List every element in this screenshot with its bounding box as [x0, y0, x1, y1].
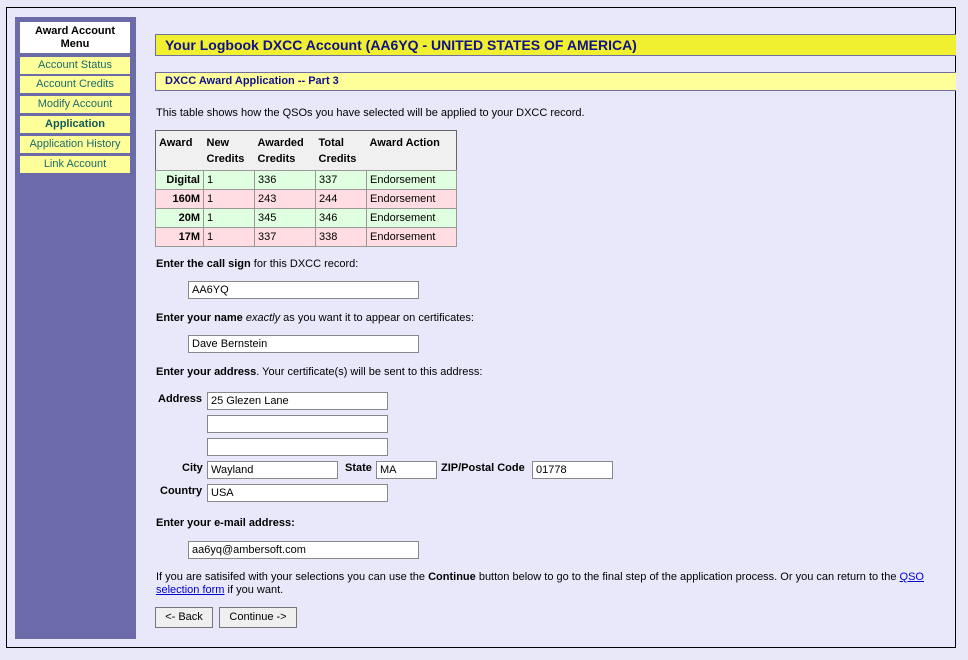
- cell-total-credits: 346: [315, 208, 367, 228]
- sidebar-item-modify-account[interactable]: Modify Account: [20, 96, 130, 113]
- cell-award-action: Endorsement: [366, 208, 457, 228]
- header-total-credits: Total Credits: [315, 130, 367, 171]
- sidebar-item-application-history[interactable]: Application History: [20, 136, 130, 153]
- address-line3-input[interactable]: [207, 438, 388, 456]
- header-award-action: Award Action: [366, 130, 457, 171]
- cell-award-action: Endorsement: [366, 227, 457, 247]
- sidebar-item-application[interactable]: Application: [20, 116, 130, 133]
- cell-total-credits: 338: [315, 227, 367, 247]
- header-new-credits: New Credits: [203, 130, 255, 171]
- state-label: State: [345, 462, 372, 474]
- credits-table: Award New Credits Awarded Credits Total Cre…: [155, 130, 457, 247]
- section-title: DXCC Award Application -- Part 3: [155, 72, 956, 91]
- continue-button[interactable]: Continue ->: [219, 607, 297, 628]
- page-title: Your Logbook DXCC Account (AA6YQ - UNITE…: [155, 34, 956, 56]
- zip-input[interactable]: [532, 461, 613, 479]
- cell-new-credits: 1: [203, 189, 255, 209]
- name-prompt: Enter your name exactly as you want it t…: [156, 312, 474, 324]
- cell-total-credits: 337: [315, 170, 367, 190]
- cell-new-credits: 1: [203, 227, 255, 247]
- city-label: City: [182, 462, 203, 474]
- cell-award: 20M: [155, 208, 204, 228]
- cell-awarded-credits: 337: [254, 227, 316, 247]
- email-input[interactable]: [188, 541, 419, 559]
- header-awarded-credits: Awarded Credits: [254, 130, 316, 171]
- menu-title: Award Account Menu: [20, 22, 130, 53]
- table-row: 160M 1 243 244 Endorsement: [155, 189, 457, 209]
- country-input[interactable]: [207, 484, 388, 502]
- address-line1-input[interactable]: [207, 392, 388, 410]
- cell-awarded-credits: 243: [254, 189, 316, 209]
- back-button[interactable]: <- Back: [155, 607, 213, 628]
- sidebar-item-account-credits[interactable]: Account Credits: [20, 76, 130, 93]
- cell-award-action: Endorsement: [366, 189, 457, 209]
- cell-awarded-credits: 345: [254, 208, 316, 228]
- state-input[interactable]: [376, 461, 437, 479]
- city-input[interactable]: [207, 461, 338, 479]
- cell-award: 17M: [155, 227, 204, 247]
- instructions-text: If you are satisifed with your selection…: [156, 571, 924, 596]
- callsign-input[interactable]: [188, 281, 419, 299]
- header-award: Award: [155, 130, 204, 171]
- sidebar-item-link-account[interactable]: Link Account: [20, 156, 130, 173]
- callsign-prompt: Enter the call sign for this DXCC record…: [156, 258, 359, 270]
- zip-label: ZIP/Postal Code: [441, 462, 525, 474]
- intro-text: This table shows how the QSOs you have s…: [156, 107, 585, 119]
- table-row: 20M 1 345 346 Endorsement: [155, 208, 457, 228]
- table-row: 17M 1 337 338 Endorsement: [155, 227, 457, 247]
- cell-award: 160M: [155, 189, 204, 209]
- address-line2-input[interactable]: [207, 415, 388, 433]
- table-row: Digital 1 336 337 Endorsement: [155, 170, 457, 190]
- cell-awarded-credits: 336: [254, 170, 316, 190]
- email-prompt: Enter your e-mail address:: [156, 517, 295, 529]
- cell-new-credits: 1: [203, 170, 255, 190]
- sidebar-item-account-status[interactable]: Account Status: [20, 57, 130, 74]
- cell-award: Digital: [155, 170, 204, 190]
- page-frame: [6, 7, 956, 648]
- cell-total-credits: 244: [315, 189, 367, 209]
- cell-award-action: Endorsement: [366, 170, 457, 190]
- table-header-row: Award New Credits Awarded Credits Total Cre…: [155, 130, 457, 171]
- country-label: Country: [160, 485, 203, 497]
- address-prompt: Enter your address. Your certificate(s) …: [156, 366, 483, 378]
- name-input[interactable]: [188, 335, 419, 353]
- address-label: Address: [158, 393, 203, 405]
- cell-new-credits: 1: [203, 208, 255, 228]
